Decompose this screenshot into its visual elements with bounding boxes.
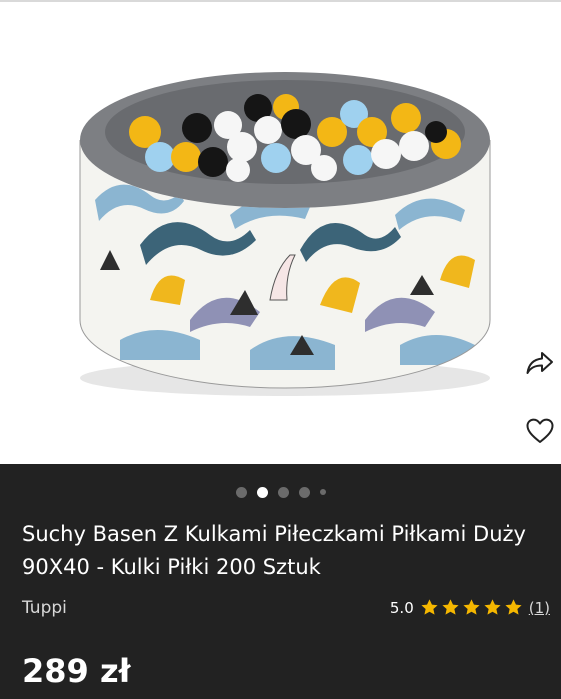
gallery-dot[interactable]	[298, 486, 310, 498]
seller-name[interactable]: Tuppi	[22, 598, 67, 618]
favorite-button[interactable]	[518, 409, 561, 453]
gallery-dot-active[interactable]	[256, 486, 268, 498]
gallery-dot[interactable]	[235, 486, 247, 498]
share-icon	[526, 352, 553, 374]
product-title: Suchy Basen Z Kulkami Piłeczkami Piłkami…	[22, 522, 526, 579]
star-icon	[505, 599, 522, 615]
product-image[interactable]	[0, 0, 561, 464]
star-icon	[442, 599, 459, 615]
star-icon	[484, 599, 501, 615]
gallery-pagination	[0, 484, 561, 500]
product-price: 289 zł	[22, 652, 131, 690]
product-image-area[interactable]	[0, 0, 561, 464]
rating-stars	[420, 598, 523, 617]
review-count-link[interactable]: (1)	[529, 599, 550, 617]
share-button[interactable]	[518, 341, 561, 385]
star-icon	[463, 599, 480, 615]
star-icon	[421, 599, 438, 615]
gallery-dot[interactable]	[277, 486, 289, 498]
heart-icon	[526, 418, 554, 443]
gallery-dot[interactable]	[319, 489, 326, 495]
rating-summary[interactable]: 5.0 (1)	[390, 598, 550, 617]
rating-value: 5.0	[389, 598, 414, 617]
